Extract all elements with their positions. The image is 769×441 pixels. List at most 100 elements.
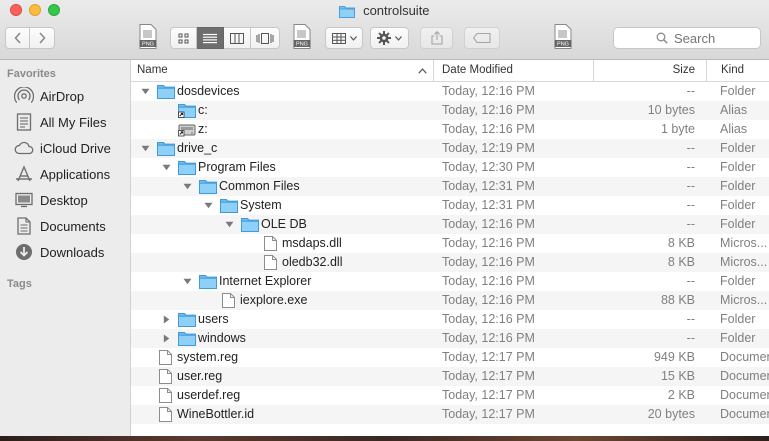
action-button[interactable] [370, 27, 409, 49]
png-label: PNG [296, 42, 308, 48]
disclosure-open-icon[interactable] [139, 139, 151, 158]
disclosure-open-icon[interactable] [223, 215, 235, 234]
applications-icon [14, 165, 34, 183]
name-cell: System [131, 196, 429, 215]
date-modified-cell: Today, 12:17 PM [442, 388, 535, 402]
table-row[interactable]: system.reg Today, 12:17 PM 949 KB Document [131, 348, 769, 367]
table-row[interactable]: oledb32.dll Today, 12:16 PM 8 KB Micros... [131, 253, 769, 272]
alias-drive-icon [178, 122, 196, 139]
sidebar-item-desktop[interactable]: Desktop [14, 190, 88, 210]
share-button[interactable] [420, 27, 453, 49]
gear-icon [377, 31, 391, 45]
date-modified-cell: Today, 12:16 PM [442, 217, 535, 231]
date-modified-cell: Today, 12:16 PM [442, 236, 535, 250]
sidebar-item-label: Documents [40, 218, 106, 234]
sidebar-item-label: iCloud Drive [40, 140, 111, 156]
name-cell: OLE DB [131, 215, 429, 234]
table-row[interactable]: z: Today, 12:16 PM 1 byte Alias [131, 120, 769, 139]
table-row[interactable]: msdaps.dll Today, 12:16 PM 8 KB Micros... [131, 234, 769, 253]
table-row[interactable]: c: Today, 12:16 PM 10 bytes Alias [131, 101, 769, 120]
sidebar-item-airdrop[interactable]: AirDrop [14, 86, 84, 106]
cover-flow-button[interactable] [251, 27, 280, 49]
sidebar-item-all-my-files[interactable]: All My Files [14, 112, 106, 132]
search-field[interactable] [613, 27, 761, 49]
table-row[interactable]: users Today, 12:16 PM -- Folder [131, 310, 769, 329]
kind-cell: Folder [720, 274, 756, 288]
favorites-heading: Favorites [7, 68, 56, 80]
table-row[interactable]: Internet Explorer Today, 12:16 PM -- Folder [131, 272, 769, 291]
sidebar-item-downloads[interactable]: Downloads [14, 242, 104, 262]
file-name: dosdevices [177, 84, 240, 98]
table-row[interactable]: iexplore.exe Today, 12:16 PM 88 KB Micros..… [131, 291, 769, 310]
tags-heading: Tags [7, 278, 32, 290]
disclosure-closed-icon[interactable] [160, 329, 172, 348]
folder-icon [178, 312, 196, 329]
column-header-name[interactable]: Name [137, 60, 427, 81]
folder-icon [220, 198, 238, 215]
size-cell: -- [686, 160, 695, 174]
downloads-icon [14, 243, 34, 261]
sidebar-item-icloud-drive[interactable]: iCloud Drive [14, 138, 111, 158]
icon-view-button[interactable] [170, 27, 197, 49]
name-cell: userdef.reg [131, 386, 429, 405]
disclosure-open-icon[interactable] [181, 177, 193, 196]
forward-button[interactable] [30, 27, 55, 49]
png-label: PNG [557, 42, 569, 48]
png-file-icon[interactable]: PNG [293, 24, 311, 49]
table-row[interactable]: windows Today, 12:16 PM -- Folder [131, 329, 769, 348]
table-row[interactable]: user.reg Today, 12:17 PM 15 KB Document [131, 367, 769, 386]
date-modified-cell: Today, 12:16 PM [442, 312, 535, 326]
date-modified-cell: Today, 12:31 PM [442, 198, 535, 212]
folder-icon [178, 160, 196, 177]
disclosure-closed-icon[interactable] [160, 310, 172, 329]
arrange-button[interactable] [325, 27, 363, 49]
sidebar-item-applications[interactable]: Applications [14, 164, 110, 184]
document-icon [159, 407, 172, 424]
name-cell: users [131, 310, 429, 329]
date-modified-cell: Today, 12:30 PM [442, 160, 535, 174]
kind-cell: Folder [720, 141, 756, 155]
folder-icon [241, 217, 259, 234]
file-name: user.reg [177, 369, 223, 383]
name-cell: drive_c [131, 139, 429, 158]
disclosure-open-icon[interactable] [181, 272, 193, 291]
disclosure-open-icon[interactable] [139, 82, 151, 101]
png-file-icon[interactable]: PNG [139, 24, 157, 49]
name-cell: c: [131, 101, 429, 120]
table-row[interactable]: Common Files Today, 12:31 PM -- Folder [131, 177, 769, 196]
disclosure-open-icon[interactable] [202, 196, 214, 215]
table-row[interactable]: System Today, 12:31 PM -- Folder [131, 196, 769, 215]
search-input[interactable] [674, 30, 718, 46]
file-rows: dosdevices Today, 12:16 PM -- Folder c: Today… [131, 82, 769, 424]
table-row[interactable]: OLE DB Today, 12:16 PM -- Folder [131, 215, 769, 234]
size-cell: 88 KB [660, 293, 695, 307]
date-modified-cell: Today, 12:16 PM [442, 274, 535, 288]
column-header-size[interactable]: Size [593, 60, 706, 81]
back-button[interactable] [5, 27, 30, 49]
table-row[interactable]: Program Files Today, 12:30 PM -- Folder [131, 158, 769, 177]
folder-icon [199, 179, 217, 196]
png-file-icon[interactable]: PNG [554, 24, 572, 49]
window-title-text: controlsuite [363, 3, 430, 18]
name-cell: Common Files [131, 177, 429, 196]
table-row[interactable]: dosdevices Today, 12:16 PM -- Folder [131, 82, 769, 101]
column-view-button[interactable] [224, 27, 251, 49]
size-cell: 8 KB [667, 255, 695, 269]
size-cell: -- [686, 217, 695, 231]
kind-cell: Document [720, 369, 769, 383]
table-row[interactable]: userdef.reg Today, 12:17 PM 2 KB Document [131, 386, 769, 405]
column-header-kind-label: Kind [721, 64, 745, 76]
size-cell: 10 bytes [647, 103, 695, 117]
date-modified-cell: Today, 12:17 PM [442, 407, 535, 421]
document-icon [264, 255, 277, 272]
sidebar-item-documents[interactable]: Documents [14, 216, 106, 236]
table-row[interactable]: drive_c Today, 12:19 PM -- Folder [131, 139, 769, 158]
size-cell: -- [686, 141, 695, 155]
edit-tags-button[interactable] [464, 27, 500, 49]
column-header-date[interactable]: Date Modified [433, 60, 593, 81]
table-row[interactable]: WineBottler.id Today, 12:17 PM 20 bytes Doc… [131, 405, 769, 424]
list-view-button[interactable] [197, 27, 224, 49]
column-header-kind[interactable]: Kind [706, 60, 769, 81]
columns-icon [230, 32, 244, 44]
disclosure-open-icon[interactable] [160, 158, 172, 177]
